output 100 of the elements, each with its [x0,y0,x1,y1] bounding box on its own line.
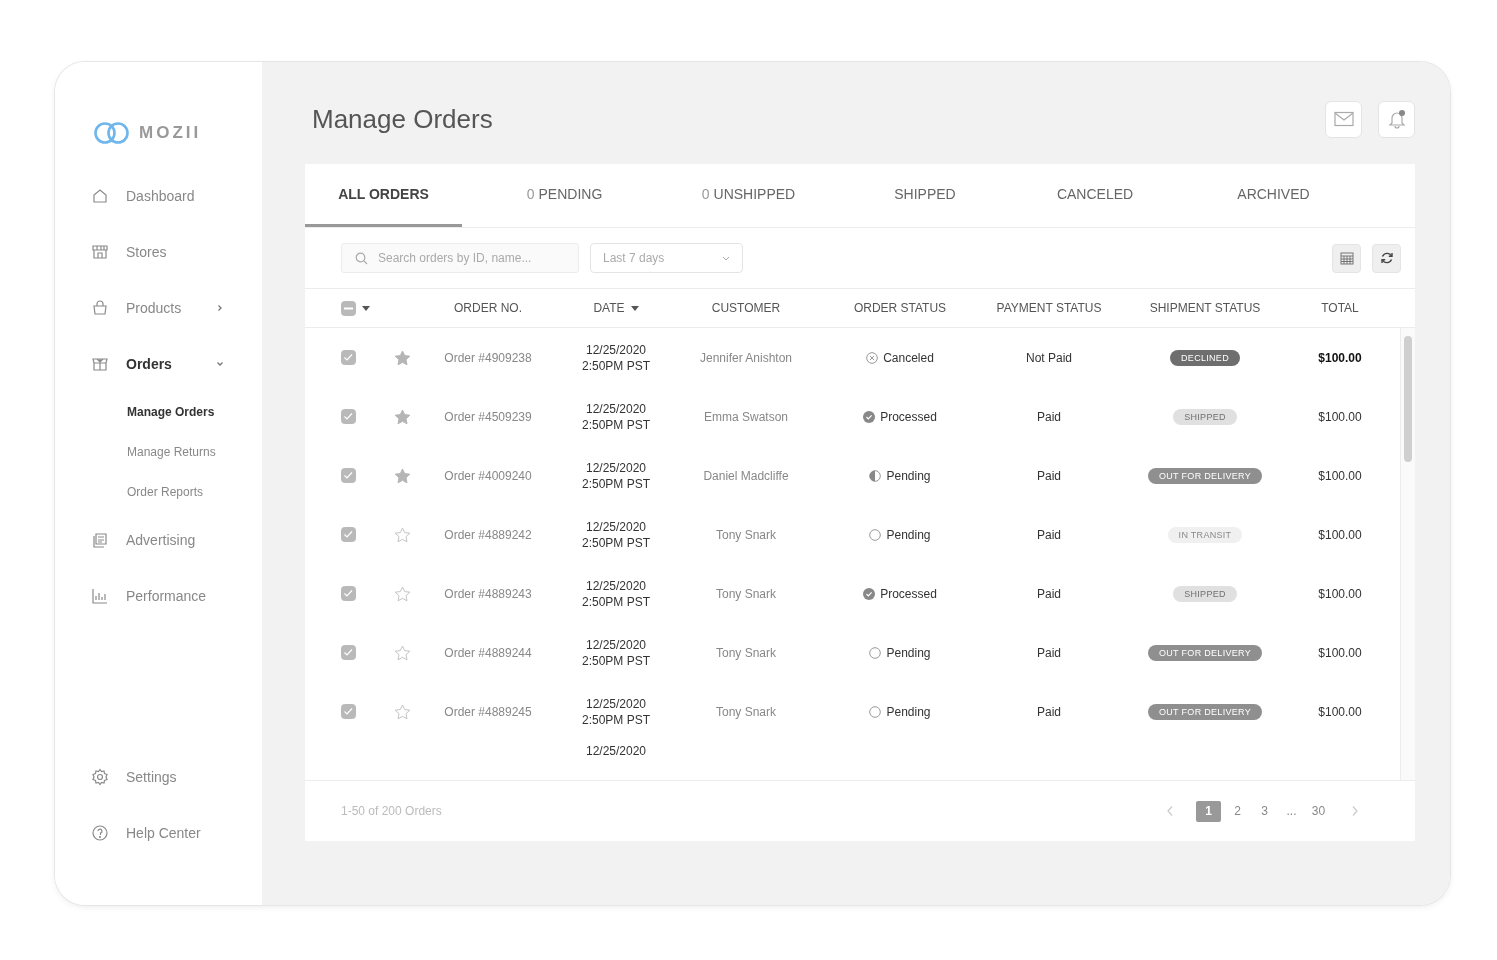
circle-icon [869,705,882,718]
shipment-status-badge: IN TRANSIT [1167,526,1243,543]
column-header[interactable]: PAYMENT STATUS [988,301,1110,315]
star-icon[interactable] [394,644,411,661]
customer-name: Tony Snark [716,586,776,601]
nav-item[interactable]: Settings [55,749,262,805]
payment-status: Paid [1037,704,1061,719]
payment-status: Not Paid [1026,350,1072,365]
order-number[interactable]: Order #4009240 [444,468,532,483]
column-header[interactable]: ORDER NO. [424,301,552,315]
search-field[interactable]: Search orders by ID, name... [341,243,579,273]
date-cell: 12/25/2020 2:50PM PST [582,400,650,433]
order-number[interactable]: Order #4889245 [444,704,532,719]
next-page-icon[interactable] [1351,805,1359,817]
nav-item[interactable]: Stores [55,224,262,280]
order-status: Processed [863,586,937,601]
date-range-dropdown[interactable]: Last 7 days [590,243,743,273]
page-link[interactable]: 3 [1254,800,1275,822]
customer-name: Tony Snark [716,645,776,660]
refresh-icon [1379,251,1394,265]
row-checkbox[interactable] [341,704,356,719]
order-total: $100.00 [1318,409,1362,424]
star-icon[interactable] [394,467,411,484]
nav-subitem[interactable]: Manage Orders [55,392,262,432]
bell-icon [1386,109,1407,129]
customer-name: Jennifer Anishton [699,350,793,365]
select-all-checkbox[interactable] [341,300,356,316]
page-link[interactable]: 2 [1227,800,1248,822]
order-status: Pending [869,527,931,542]
circle-icon [869,528,882,541]
order-status: Pending [869,645,931,660]
nav-item[interactable]: Advertising [55,512,262,568]
row-checkbox[interactable] [341,645,356,660]
nav-item[interactable]: Dashboard [55,168,262,224]
row-checkbox[interactable] [341,350,356,365]
star-icon[interactable] [394,703,411,720]
logo-icon [93,121,131,145]
previous-page-icon[interactable] [1166,805,1174,817]
nav-item[interactable]: Products [55,280,262,336]
circle-icon [869,646,882,659]
nav-item[interactable]: Help Center [55,805,262,861]
order-number[interactable]: Order #4889243 [444,586,532,601]
tab[interactable]: SHIPPED [830,164,1020,227]
search-input[interactable]: Search orders by ID, name... [376,250,570,266]
calendar-button[interactable] [1332,243,1361,273]
nav-subitem[interactable]: Order Reports [55,472,262,512]
tab[interactable]: 0 UNSHIPPED [667,164,830,227]
row-checkbox[interactable] [341,409,356,424]
page-link[interactable]: 30 [1308,800,1329,822]
page-link[interactable]: ... [1281,800,1302,822]
order-number[interactable]: Order #4889242 [444,527,532,542]
order-status: Pending [869,704,931,719]
star-icon[interactable] [394,585,411,602]
row-checkbox[interactable] [341,586,356,601]
shipment-status-badge: SHIPPED [1173,585,1237,602]
check-circle-icon [863,410,876,423]
nav-item[interactable]: Performance [55,568,262,624]
page-title: Manage Orders [312,103,494,135]
nav-subitem[interactable]: Manage Returns [55,432,262,472]
customer-name: Daniel Madcliffe [703,468,789,483]
column-header[interactable]: CUSTOMER [680,301,812,315]
scrollbar[interactable] [1400,328,1415,780]
column-header[interactable]: ORDER STATUS [812,301,988,315]
star-icon[interactable] [394,408,411,425]
bar-chart-icon [91,587,109,605]
check-circle-icon [863,587,876,600]
shipment-status-badge: OUT FOR DELIVERY [1148,467,1262,484]
star-icon[interactable] [394,349,411,366]
date-cell: 12/25/2020 2:50PM PST [582,518,650,551]
star-icon[interactable] [394,526,411,543]
row-checkbox[interactable] [341,468,356,483]
column-header[interactable]: TOTAL [1300,301,1380,315]
payment-status: Paid [1037,645,1061,660]
calendar-icon [1339,251,1354,265]
shipment-status-badge: SHIPPED [1173,408,1237,425]
tab[interactable]: 0 PENDING [462,164,667,227]
order-total: $100.00 [1318,527,1362,542]
order-total: $100.00 [1318,468,1362,483]
row-checkbox[interactable] [341,527,356,542]
column-header[interactable]: DATE [552,301,680,315]
notification-button[interactable] [1378,100,1415,138]
tab[interactable]: CANCELED [1020,164,1170,227]
order-status: Canceled [866,350,934,365]
home-icon [91,187,109,205]
caret-icon[interactable] [362,305,370,311]
date-cell: 12/25/2020 2:50PM PST [582,341,650,374]
order-number[interactable]: Order #4889244 [444,645,532,660]
column-header[interactable]: SHIPMENT STATUS [1110,301,1300,315]
page-link[interactable]: 1 [1196,800,1221,822]
settings-icon [91,768,109,786]
refresh-button[interactable] [1372,243,1401,273]
date-cell: 12/25/2020 2:50PM PST [582,577,650,610]
cross-circle-icon [866,351,879,364]
tab[interactable]: ALL ORDERS [305,164,462,227]
nav-item[interactable]: Orders [55,336,262,392]
order-number[interactable]: Order #4909238 [444,350,532,365]
order-number[interactable]: Order #4509239 [444,409,532,424]
half-circle-icon [869,469,882,482]
tab[interactable]: ARCHIVED [1170,164,1377,227]
mail-button[interactable] [1325,100,1362,138]
